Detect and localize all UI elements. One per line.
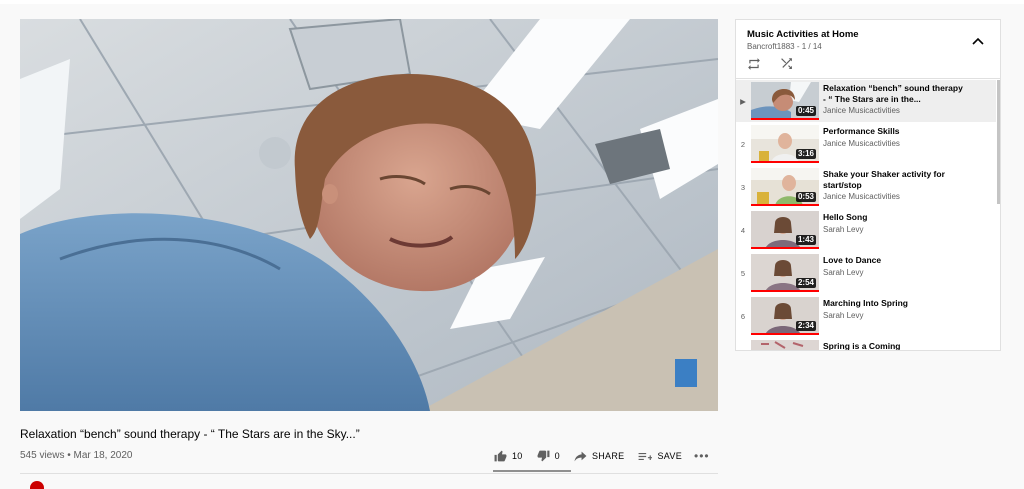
- item-channel: Sarah Levy: [823, 267, 864, 277]
- playlist-item[interactable]: 3 0:53 Shake your Shaker activity for st…: [736, 166, 996, 208]
- video-thumbnail[interactable]: 2:34: [751, 297, 819, 335]
- collapse-playlist-button[interactable]: [972, 32, 984, 50]
- video-thumbnail[interactable]: 3:16: [751, 125, 819, 163]
- now-playing-indicator: ▶: [740, 97, 746, 106]
- like-button[interactable]: 10: [494, 450, 523, 462]
- item-index: 6: [740, 312, 746, 321]
- video-thumbnail[interactable]: 2:54: [751, 254, 819, 292]
- video-thumbnail[interactable]: [751, 340, 819, 350]
- item-title: Shake your Shaker activity for start/sto…: [823, 169, 945, 190]
- playlist-panel: Music Activities at Home Bancroft1883 - …: [735, 19, 1001, 351]
- dislike-count: 0: [554, 451, 560, 461]
- video-duration: 3:16: [795, 149, 816, 159]
- video-views-date: 545 views • Mar 18, 2020: [20, 450, 133, 461]
- item-channel: Sarah Levy: [823, 224, 864, 234]
- video-player[interactable]: [20, 19, 718, 411]
- item-channel: Janice Musicactivities: [823, 106, 900, 115]
- playlist-add-icon: [639, 452, 653, 460]
- item-index: 4: [740, 226, 746, 235]
- playlist-item[interactable]: 4 1:43 Hello Song Sarah Levy: [736, 209, 996, 251]
- divider: [20, 473, 718, 474]
- video-thumbnail[interactable]: 0:53: [751, 168, 819, 206]
- watch-progress: [751, 118, 819, 120]
- loop-icon: [748, 58, 760, 70]
- channel-avatar[interactable]: [30, 481, 44, 489]
- thumb-down-icon: [537, 450, 550, 462]
- thumbnail-image: [751, 340, 819, 350]
- playlist-item[interactable]: 2 3:16 Performance Skills Janice Musicac…: [736, 123, 996, 165]
- playlist-item[interactable]: ▶ 0:45 Relaxation “bench” sound therapy …: [736, 80, 996, 122]
- item-index: 2: [740, 140, 746, 149]
- video-duration: 1:43: [795, 235, 816, 245]
- playlist-item[interactable]: 5 2:54 Love to Dance Sarah Levy: [736, 252, 996, 294]
- watch-progress: [751, 161, 819, 163]
- video-duration: 2:54: [795, 278, 816, 288]
- video-title: Relaxation “bench” sound therapy - “ The…: [20, 427, 360, 441]
- item-title: Love to Dance: [823, 255, 882, 265]
- share-arrow-icon: [574, 451, 587, 461]
- video-thumbnail[interactable]: 1:43: [751, 211, 819, 249]
- playlist-scrollbar[interactable]: [997, 80, 1000, 204]
- playlist-title[interactable]: Music Activities at Home: [747, 29, 859, 40]
- video-duration: 0:45: [795, 106, 816, 116]
- playlist-item[interactable]: Spring is a Coming: [736, 338, 996, 351]
- chevron-up-icon: [972, 37, 984, 45]
- item-title: Marching Into Spring: [823, 298, 908, 308]
- video-thumbnail[interactable]: 0:45: [751, 82, 819, 120]
- video-actions: 10 0 SHARE SAVE •••: [494, 446, 710, 466]
- more-actions-button[interactable]: •••: [694, 449, 710, 463]
- playlist-header-divider: [736, 78, 1000, 79]
- item-channel: Janice Musicactivities: [823, 138, 900, 148]
- item-channel: Sarah Levy: [823, 310, 864, 320]
- item-index: 5: [740, 269, 746, 278]
- item-title: Relaxation “bench” sound therapy - “ The…: [823, 83, 963, 104]
- share-button[interactable]: SHARE: [574, 451, 625, 462]
- watch-progress: [751, 204, 819, 206]
- like-count: 10: [512, 451, 523, 461]
- video-frame: [20, 19, 718, 411]
- watch-progress: [751, 247, 819, 249]
- playlist-subtitle: Bancroft1883 - 1 / 14: [747, 42, 822, 51]
- share-label: SHARE: [591, 451, 625, 461]
- video-duration: 0:53: [795, 192, 816, 202]
- playlist-header: Music Activities at Home Bancroft1883 - …: [736, 20, 1000, 78]
- save-label: SAVE: [657, 451, 682, 461]
- item-index: 3: [740, 183, 746, 192]
- top-bar: [0, 0, 1024, 4]
- item-channel: Janice Musicactivities: [823, 192, 900, 201]
- item-title: Performance Skills: [823, 126, 900, 136]
- playlist-item[interactable]: 6 2:34 Marching Into Spring Sarah Levy: [736, 295, 996, 337]
- item-title: Spring is a Coming: [823, 341, 901, 351]
- video-duration: 2:34: [795, 321, 816, 331]
- thumb-up-icon: [494, 450, 507, 462]
- save-button[interactable]: SAVE: [638, 451, 682, 462]
- watch-progress: [751, 290, 819, 292]
- shuffle-button[interactable]: [780, 57, 794, 75]
- like-ratio-bar: [493, 470, 571, 472]
- item-title: Hello Song: [823, 212, 868, 222]
- watch-progress: [751, 333, 819, 335]
- loop-button[interactable]: [747, 57, 761, 75]
- dislike-button[interactable]: 0: [537, 450, 560, 462]
- shuffle-icon: [781, 58, 792, 69]
